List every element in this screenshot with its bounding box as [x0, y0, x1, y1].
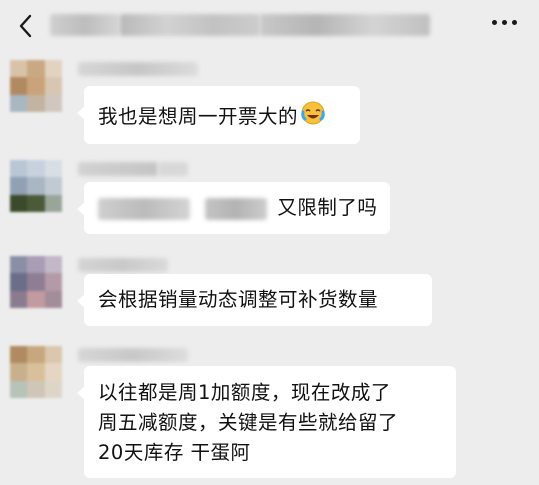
chevron-left-icon: [19, 14, 32, 38]
sender-name-redacted-2: [158, 162, 188, 176]
crying-laughing-emoji-icon: [300, 100, 326, 135]
sender-name-redacted: [78, 348, 188, 362]
message-text-line-1: 以往都是周1加额度，现在改成了: [98, 381, 391, 404]
chat-header: [0, 0, 539, 52]
message-text: 我也是想周一开票大的: [98, 100, 346, 135]
chat-title-redacted: [50, 14, 120, 36]
chat-title-redacted-2: [120, 14, 260, 36]
message-bubble[interactable]: 又限制了吗: [77, 182, 390, 234]
message-bubble[interactable]: 以往都是周1加额度，现在改成了 周五减额度，关键是有些就给留了 20天库存 干蛋…: [77, 366, 456, 478]
sender-name-redacted: [78, 258, 168, 272]
redacted-text: [98, 197, 190, 220]
avatar[interactable]: [10, 346, 62, 398]
message-text-line-2: 周五减额度，关键是有些就给留了: [98, 411, 399, 434]
avatar[interactable]: [10, 60, 62, 112]
avatar[interactable]: [10, 160, 62, 212]
more-options-button[interactable]: [492, 20, 517, 25]
back-button[interactable]: [14, 12, 38, 40]
message-bubble[interactable]: 会根据销量动态调整可补货数量: [77, 274, 432, 326]
message-text: 又限制了吗: [98, 193, 377, 223]
sender-name-redacted: [78, 62, 198, 76]
message-bubble[interactable]: 我也是想周一开票大的: [77, 86, 360, 144]
message-text: 会根据销量动态调整可补货数量: [98, 288, 379, 311]
sender-name-redacted: [78, 162, 158, 176]
redacted-text: [204, 197, 267, 220]
avatar[interactable]: [10, 256, 62, 308]
message-text-line-3: 20天库存 干蛋阿: [98, 441, 251, 464]
more-dots-icon: [492, 20, 497, 25]
chat-title-redacted-3: [260, 14, 430, 36]
chat-screen: 我也是想周一开票大的 又限制了吗 会根据销量动态调整可补货数量 以往都是周1加额…: [0, 0, 539, 485]
